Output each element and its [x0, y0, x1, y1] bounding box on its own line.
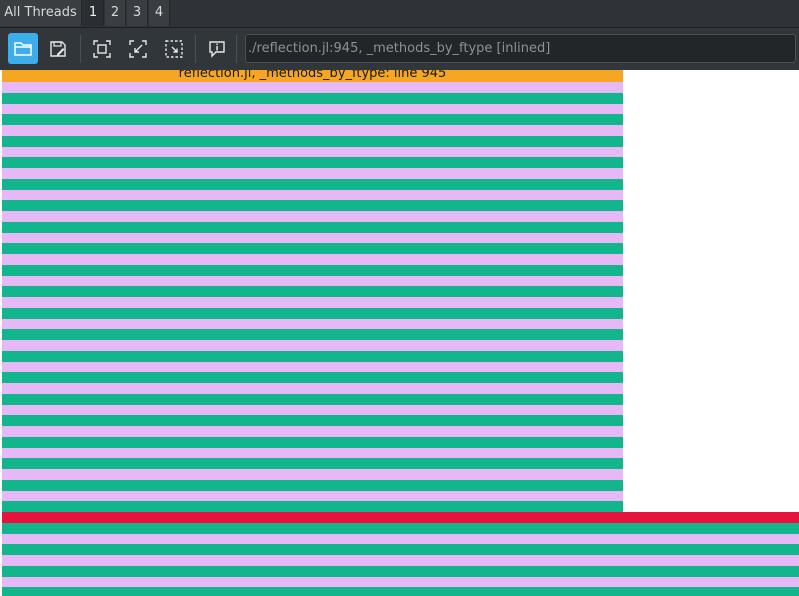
flame-frame[interactable]	[2, 190, 623, 200]
flame-frame[interactable]	[2, 437, 623, 448]
flame-frame[interactable]	[2, 566, 799, 577]
flame-frame[interactable]	[2, 93, 623, 104]
info-button[interactable]	[202, 33, 232, 64]
flame-frame-top[interactable]: reflection.jl, _methods_by_ftype: line 9…	[2, 70, 623, 82]
frame-path-field[interactable]: ./reflection.jl:945, _methods_by_ftype […	[245, 34, 796, 63]
flame-frame[interactable]	[2, 308, 623, 319]
info-icon	[209, 40, 225, 58]
flame-frame[interactable]	[2, 233, 623, 243]
flame-frame[interactable]	[2, 286, 623, 297]
flame-frame[interactable]	[2, 448, 623, 458]
flame-frame[interactable]	[2, 362, 623, 372]
flame-frame[interactable]	[2, 501, 623, 512]
folder-icon	[14, 41, 32, 56]
flame-frame[interactable]	[2, 415, 623, 426]
flame-frame[interactable]	[2, 405, 623, 415]
tab-thread-1[interactable]: 1	[83, 0, 104, 26]
toolbar-separator	[236, 35, 237, 63]
flame-frame[interactable]	[2, 297, 623, 308]
flame-frame[interactable]	[2, 458, 623, 469]
tab-thread-2[interactable]: 2	[105, 0, 126, 26]
flame-frame[interactable]	[2, 82, 623, 93]
flame-frame[interactable]	[2, 544, 799, 555]
flame-frame[interactable]	[2, 243, 623, 254]
flame-frame[interactable]	[2, 136, 623, 147]
flame-frame[interactable]	[2, 587, 799, 596]
thread-tab-bar: All Threads 1 2 3 4	[0, 0, 799, 28]
flame-frame[interactable]	[2, 512, 799, 523]
flame-graph-viewer: All Threads 1 2 3 4 ./reflection.jl:945,…	[0, 0, 799, 596]
fit-view-button[interactable]	[87, 33, 117, 64]
fit-icon	[93, 39, 111, 58]
flame-frame[interactable]	[2, 372, 623, 383]
flame-frame[interactable]	[2, 104, 623, 114]
tab-all-threads[interactable]: All Threads	[0, 0, 82, 26]
flame-frame[interactable]	[2, 211, 623, 222]
flame-frame[interactable]	[2, 265, 623, 276]
tab-thread-4[interactable]: 4	[149, 0, 170, 26]
flame-frame[interactable]	[2, 157, 623, 168]
flame-frame[interactable]	[2, 147, 623, 157]
toolbar-separator	[80, 35, 81, 63]
flame-frame[interactable]	[2, 491, 623, 501]
flame-frame[interactable]	[2, 114, 623, 125]
flame-frame[interactable]	[2, 480, 623, 491]
flame-frame[interactable]	[2, 469, 623, 480]
flame-frame[interactable]	[2, 523, 799, 534]
flame-frame[interactable]	[2, 351, 623, 362]
flame-frame[interactable]	[2, 340, 623, 351]
flame-frame-label: reflection.jl, _methods_by_ftype: line 9…	[178, 70, 447, 81]
flame-frame[interactable]	[2, 125, 623, 136]
save-button[interactable]	[43, 33, 73, 64]
flame-frame[interactable]	[2, 534, 799, 544]
toolbar: ./reflection.jl:945, _methods_by_ftype […	[0, 28, 799, 70]
save-icon	[50, 40, 66, 57]
flame-frame[interactable]	[2, 426, 623, 437]
shrink-view-button[interactable]	[123, 33, 153, 64]
flame-frame[interactable]	[2, 383, 623, 394]
flame-frame[interactable]	[2, 555, 799, 566]
flame-frame[interactable]	[2, 179, 623, 190]
flame-frame[interactable]	[2, 319, 623, 329]
select-icon	[165, 39, 183, 58]
flame-frame[interactable]	[2, 394, 623, 405]
open-file-button[interactable]	[8, 33, 38, 64]
shrink-icon	[129, 39, 147, 58]
flame-frame[interactable]	[2, 276, 623, 286]
flame-frame[interactable]	[2, 577, 799, 587]
tab-thread-3[interactable]: 3	[127, 0, 148, 26]
select-region-button[interactable]	[159, 33, 189, 64]
toolbar-separator	[195, 35, 196, 63]
flame-frame[interactable]	[2, 222, 623, 233]
flame-graph-canvas[interactable]: reflection.jl, _methods_by_ftype: line 9…	[0, 70, 799, 596]
flame-frame[interactable]	[2, 200, 623, 211]
flame-frame[interactable]	[2, 168, 623, 179]
flame-frame[interactable]	[2, 254, 623, 265]
flame-frame[interactable]	[2, 329, 623, 340]
